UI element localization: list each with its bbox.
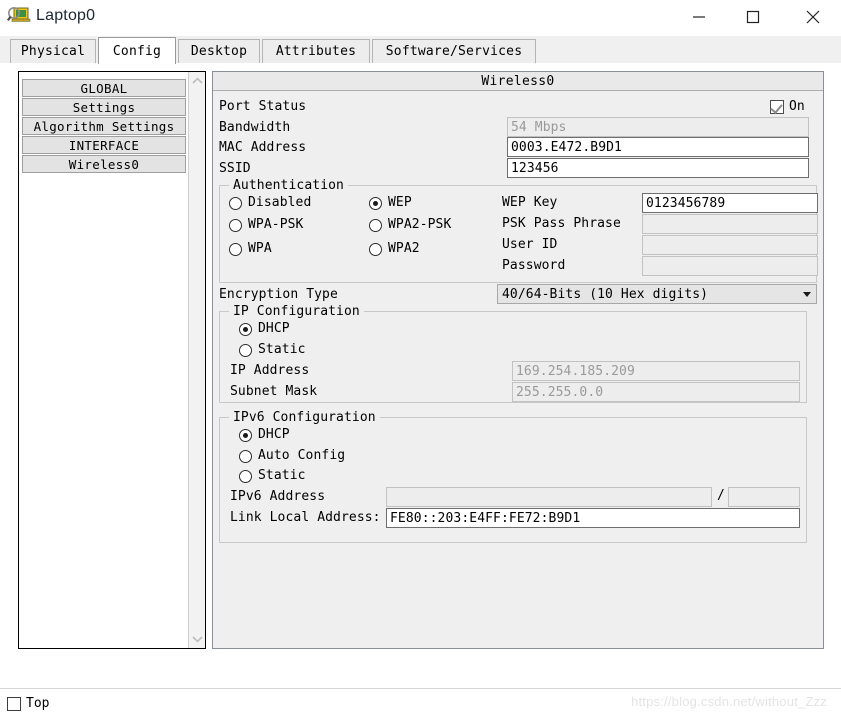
ipv6-prefix-field: [728, 487, 800, 507]
maximize-button[interactable]: [730, 0, 776, 34]
chevron-down-icon[interactable]: [189, 631, 205, 647]
radio-auth-wep[interactable]: [369, 197, 382, 210]
tab-desktop[interactable]: Desktop: [178, 39, 260, 63]
radio-auth-wpa[interactable]: [229, 243, 242, 256]
radio-ip-dhcp[interactable]: [239, 323, 252, 336]
tab-physical[interactable]: Physical: [10, 39, 96, 63]
encryption-type-select[interactable]: 40/64-Bits (10 Hex digits): [497, 284, 817, 304]
sidebar-item-global[interactable]: GLOBAL: [22, 79, 186, 97]
ipv6-address-field: [386, 487, 712, 507]
chevron-down-icon[interactable]: [803, 292, 811, 297]
panel-title: Wireless0: [213, 72, 823, 91]
subnet-mask-label: Subnet Mask: [230, 384, 318, 399]
radio-auth-disabled[interactable]: [229, 197, 242, 210]
port-status-on-label: On: [789, 99, 805, 114]
radio-ip-static[interactable]: [239, 344, 252, 357]
ip-configuration-group: IP Configuration DHCP Static IP Address …: [219, 304, 807, 403]
ipv6-configuration-group-title: IPv6 Configuration: [229, 410, 380, 425]
link-local-address-label: Link Local Address:: [230, 510, 381, 525]
encryption-type-value: 40/64-Bits (10 Hex digits): [502, 286, 709, 302]
mac-address-field[interactable]: 0003.E472.B9D1: [507, 137, 809, 157]
tab-attributes[interactable]: Attributes: [262, 39, 370, 63]
ipv6-prefix-separator: /: [717, 488, 725, 503]
password-field: [642, 256, 818, 276]
psk-pass-phrase-field: [642, 214, 818, 234]
radio-auth-wep-label: WEP: [388, 195, 412, 210]
sidebar-item-interface[interactable]: INTERFACE: [22, 136, 186, 154]
close-button[interactable]: [790, 0, 836, 34]
ssid-field[interactable]: 123456: [507, 158, 809, 178]
radio-auth-wpa2-label: WPA2: [388, 241, 420, 256]
minimize-button[interactable]: [676, 0, 722, 34]
authentication-group: Authentication Disabled WEP WPA-PSK WPA2…: [219, 178, 818, 283]
radio-auth-disabled-label: Disabled: [248, 195, 312, 210]
ipv6-configuration-group: IPv6 Configuration DHCP Auto Config Stat…: [219, 410, 807, 543]
sidebar-scrollbar[interactable]: [188, 72, 205, 648]
encryption-type-label: Encryption Type: [219, 287, 338, 302]
ip-address-label: IP Address: [230, 363, 310, 378]
config-tree-panel: GLOBAL Settings Algorithm Settings INTER…: [18, 71, 206, 649]
radio-ipv6-auto-config-label: Auto Config: [258, 448, 346, 463]
link-local-address-field[interactable]: FE80::203:E4FF:FE72:B9D1: [386, 508, 800, 528]
radio-ipv6-dhcp-label: DHCP: [258, 427, 290, 442]
wep-key-field[interactable]: 0123456789: [642, 193, 818, 213]
chevron-up-icon[interactable]: [189, 73, 205, 89]
sidebar-item-algorithm-settings[interactable]: Algorithm Settings: [22, 117, 186, 135]
laptop-magnifier-icon: [6, 5, 31, 29]
bandwidth-field: 54 Mbps: [507, 117, 809, 137]
psk-pass-phrase-label: PSK Pass Phrase: [502, 216, 621, 231]
ip-address-field: 169.254.185.209: [512, 361, 800, 381]
radio-ipv6-auto-config[interactable]: [239, 450, 252, 463]
radio-ipv6-static[interactable]: [239, 470, 252, 483]
subnet-mask-field: 255.255.0.0: [512, 382, 800, 402]
window-titlebar: Laptop0: [0, 0, 841, 36]
port-status-label: Port Status: [219, 99, 307, 114]
window-title: Laptop0: [36, 7, 96, 24]
radio-ipv6-static-label: Static: [258, 468, 306, 483]
sidebar-item-wireless0[interactable]: Wireless0: [22, 155, 186, 173]
password-label: Password: [502, 258, 566, 273]
status-bar: Top https://blog.csdn.net/without_Zzz: [0, 688, 841, 719]
ssid-label: SSID: [219, 161, 251, 176]
authentication-group-title: Authentication: [229, 178, 348, 193]
port-status-checkbox[interactable]: [770, 100, 784, 114]
tab-bar: Physical Config Desktop Attributes Softw…: [0, 36, 841, 64]
user-id-field: [642, 235, 818, 255]
top-checkbox[interactable]: [7, 697, 21, 711]
bandwidth-label: Bandwidth: [219, 120, 291, 135]
tab-config[interactable]: Config: [98, 37, 176, 64]
user-id-label: User ID: [502, 237, 558, 252]
interface-config-panel: Wireless0 Port Status On Bandwidth 54 Mb…: [212, 71, 824, 649]
ipv6-address-label: IPv6 Address: [230, 489, 326, 504]
content-area: GLOBAL Settings Algorithm Settings INTER…: [0, 63, 841, 688]
radio-auth-wpa2-psk-label: WPA2-PSK: [388, 217, 452, 232]
top-checkbox-label: Top: [26, 696, 50, 711]
radio-ip-dhcp-label: DHCP: [258, 321, 290, 336]
tab-software-services[interactable]: Software/Services: [372, 39, 536, 63]
wep-key-label: WEP Key: [502, 195, 558, 210]
sidebar-item-settings[interactable]: Settings: [22, 98, 186, 116]
radio-auth-wpa-psk[interactable]: [229, 219, 242, 232]
radio-auth-wpa-label: WPA: [248, 241, 272, 256]
ip-configuration-group-title: IP Configuration: [229, 304, 364, 319]
mac-address-label: MAC Address: [219, 140, 307, 155]
radio-ipv6-dhcp[interactable]: [239, 429, 252, 442]
watermark-text: https://blog.csdn.net/without_Zzz: [631, 694, 827, 709]
radio-auth-wpa2[interactable]: [369, 243, 382, 256]
radio-auth-wpa2-psk[interactable]: [369, 219, 382, 232]
radio-auth-wpa-psk-label: WPA-PSK: [248, 217, 304, 232]
radio-ip-static-label: Static: [258, 342, 306, 357]
